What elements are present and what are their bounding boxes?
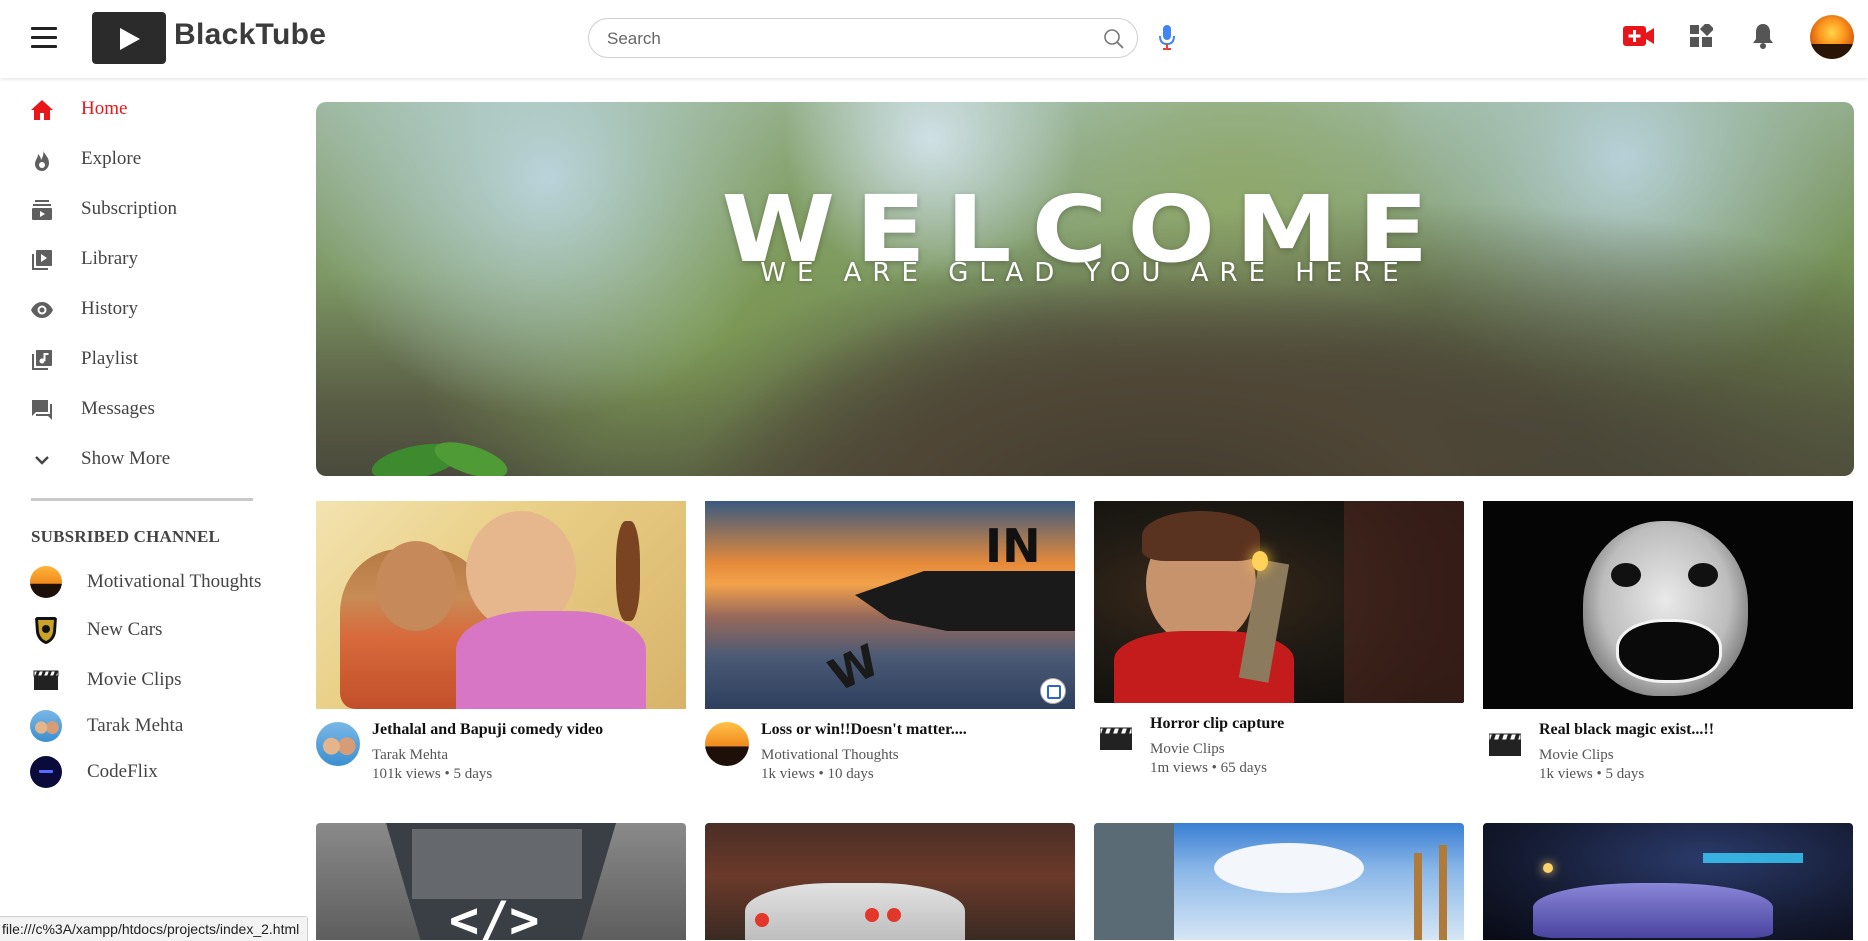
- sidebar-item-subscription[interactable]: Subscription: [0, 188, 290, 232]
- sidebar-item-history[interactable]: History: [0, 288, 290, 332]
- channel-item-codeflix[interactable]: CodeFlix: [0, 748, 290, 796]
- apps-icon[interactable]: [1689, 24, 1713, 48]
- notification-bell-icon[interactable]: [1751, 22, 1775, 50]
- play-icon: [120, 28, 140, 50]
- channel-avatar: [30, 756, 62, 788]
- lamborghini-shield-icon: [35, 617, 57, 644]
- video-thumbnail[interactable]: [316, 501, 686, 709]
- logo[interactable]: [92, 12, 166, 64]
- banner-subtitle: WE ARE GLAD YOU ARE HERE: [760, 258, 1410, 288]
- thumbnail-text: </>: [449, 891, 540, 940]
- sidebar-item-explore[interactable]: Explore: [0, 138, 290, 182]
- video-channel[interactable]: Movie Clips: [1539, 747, 1614, 764]
- channel-avatar: [30, 566, 62, 598]
- sidebar-item-label: Messages: [81, 398, 155, 419]
- banner-tree-trunk: [666, 272, 1666, 476]
- channel-name: Tarak Mehta: [87, 715, 184, 736]
- subscribed-heading: SUBSRIBED CHANNEL: [31, 527, 221, 546]
- sidebar-item-messages[interactable]: Messages: [0, 388, 290, 432]
- video-card[interactable]: </>: [316, 823, 686, 940]
- channel-item-new-cars[interactable]: New Cars: [0, 606, 290, 654]
- video-card[interactable]: Horror clip capture Movie Clips 1m views…: [1094, 501, 1464, 791]
- search-input[interactable]: [605, 25, 1079, 53]
- channel-avatar: [30, 664, 62, 696]
- sidebar-item-show-more[interactable]: Show More: [0, 438, 290, 482]
- sidebar-item-home[interactable]: Home: [0, 88, 290, 132]
- thumbnail-text: W: [821, 635, 888, 702]
- search-icon[interactable]: [1103, 28, 1125, 50]
- sidebar-item-label: Explore: [81, 148, 142, 169]
- channel-name: Movie Clips: [87, 669, 182, 690]
- video-stats: 101k views • 5 days: [372, 766, 493, 782]
- history-eye-icon: [31, 302, 53, 318]
- video-title[interactable]: Real black magic exist...!!: [1539, 721, 1714, 739]
- video-title[interactable]: Jethalal and Bapuji comedy video: [372, 721, 603, 739]
- sidebar-divider: [31, 498, 253, 501]
- channel-name: CodeFlix: [87, 761, 158, 782]
- video-card[interactable]: Jethalal and Bapuji comedy video Tarak M…: [316, 501, 686, 791]
- home-icon: [31, 100, 53, 120]
- sidebar: Home Explore Subscription Library Histor…: [0, 78, 300, 940]
- sidebar-item-label: Library: [81, 248, 138, 269]
- channel-avatar: [30, 614, 62, 646]
- clapperboard-icon: [1100, 727, 1132, 750]
- video-thumbnail[interactable]: [1483, 501, 1853, 709]
- channel-name: New Cars: [87, 619, 163, 640]
- sidebar-item-library[interactable]: Library: [0, 238, 290, 282]
- search-bar: [588, 18, 1138, 58]
- welcome-banner: WELCOME WE ARE GLAD YOU ARE HERE: [316, 102, 1854, 476]
- video-card[interactable]: [1094, 823, 1464, 940]
- video-title[interactable]: Horror clip capture: [1150, 715, 1284, 733]
- app-name[interactable]: BlackTube: [174, 18, 326, 52]
- channel-avatar: [30, 710, 62, 742]
- channel-name: Motivational Thoughts: [87, 571, 262, 592]
- video-stats: 1k views • 10 days: [761, 766, 874, 782]
- video-card[interactable]: [1483, 823, 1853, 940]
- video-stats: 1k views • 5 days: [1539, 766, 1645, 782]
- thumbnail-text: IN: [985, 519, 1041, 573]
- video-title[interactable]: Loss or win!!Doesn't matter....: [761, 721, 967, 739]
- user-avatar[interactable]: [1810, 15, 1854, 59]
- explore-flame-icon: [35, 149, 49, 171]
- chevron-down-icon: [35, 456, 49, 465]
- channel-item-tarak-mehta[interactable]: Tarak Mehta: [0, 702, 290, 750]
- video-thumbnail[interactable]: </>: [316, 823, 686, 940]
- messages-icon: [32, 400, 52, 420]
- channel-avatar[interactable]: [705, 722, 749, 766]
- video-channel[interactable]: Motivational Thoughts: [761, 747, 899, 764]
- menu-icon[interactable]: [31, 27, 57, 49]
- playlist-icon: [32, 350, 52, 370]
- video-thumbnail[interactable]: [1094, 501, 1464, 703]
- channel-item-motivational-thoughts[interactable]: Motivational Thoughts: [0, 558, 290, 606]
- browser-status-bar: file:///c%3A/xampp/htdocs/projects/index…: [0, 916, 309, 941]
- video-thumbnail[interactable]: [1483, 823, 1853, 940]
- sidebar-item-label: Playlist: [81, 348, 139, 369]
- sidebar-item-label: Show More: [81, 448, 171, 469]
- sidebar-item-label: Subscription: [81, 198, 178, 219]
- library-icon: [32, 250, 52, 270]
- video-thumbnail[interactable]: [705, 823, 1075, 940]
- sidebar-item-label: History: [81, 298, 138, 319]
- video-channel[interactable]: Movie Clips: [1150, 741, 1225, 758]
- video-stats: 1m views • 65 days: [1150, 760, 1267, 776]
- video-channel[interactable]: Tarak Mehta: [372, 747, 448, 764]
- sidebar-item-label: Home: [81, 98, 128, 119]
- channel-item-movie-clips[interactable]: Movie Clips: [0, 656, 290, 704]
- video-thumbnail[interactable]: IN W: [705, 501, 1075, 709]
- channel-avatar[interactable]: [1094, 716, 1138, 760]
- leaf-image: [371, 442, 508, 476]
- video-thumbnail[interactable]: [1094, 823, 1464, 940]
- video-card[interactable]: [705, 823, 1075, 940]
- channel-avatar[interactable]: [1483, 722, 1527, 766]
- clapperboard-icon: [1489, 733, 1521, 756]
- clapperboard-icon: [33, 670, 59, 690]
- top-header: BlackTube: [0, 0, 1868, 78]
- channel-avatar[interactable]: [316, 722, 360, 766]
- create-video-icon[interactable]: [1623, 24, 1655, 48]
- video-card[interactable]: IN W Loss or win!!Doesn't matter.... Mot…: [705, 501, 1075, 791]
- mic-icon[interactable]: [1157, 24, 1177, 52]
- video-card[interactable]: Real black magic exist...!! Movie Clips …: [1483, 501, 1853, 791]
- sidebar-item-playlist[interactable]: Playlist: [0, 338, 290, 382]
- subscription-icon: [32, 200, 52, 220]
